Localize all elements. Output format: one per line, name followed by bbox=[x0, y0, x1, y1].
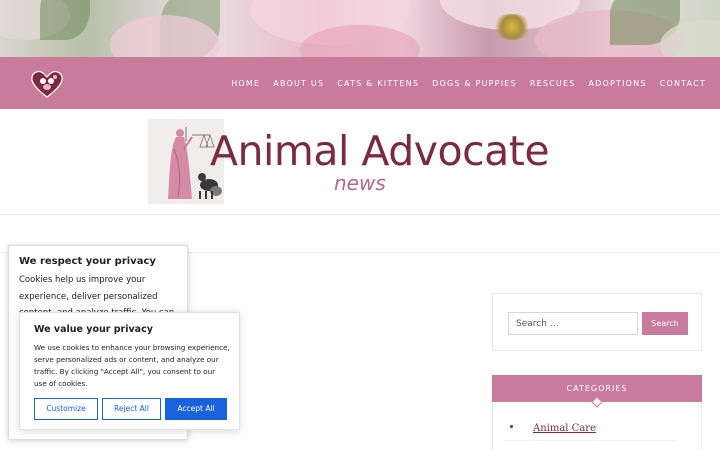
customize-button[interactable]: Customize bbox=[34, 398, 98, 420]
nav-rescues[interactable]: RESCUES bbox=[530, 79, 576, 88]
nav-about-us[interactable]: ABOUT US bbox=[273, 79, 324, 88]
nav-contact[interactable]: CONTACT bbox=[660, 79, 706, 88]
category-divider bbox=[505, 440, 675, 441]
site-header: Animal Advocate news bbox=[0, 109, 720, 215]
banner-leaf bbox=[40, 0, 90, 40]
page: HOME ABOUT US CATS & KITTENS DOGS & PUPP… bbox=[0, 0, 720, 450]
hero-banner bbox=[0, 0, 720, 57]
search-button[interactable]: Search bbox=[642, 312, 688, 335]
search-input[interactable] bbox=[508, 312, 638, 335]
nav-cats-kittens[interactable]: CATS & KITTENS bbox=[337, 79, 419, 88]
categories-list bbox=[492, 402, 702, 450]
nav-dogs-puppies[interactable]: DOGS & PUPPIES bbox=[432, 79, 517, 88]
accept-all-button[interactable]: Accept All bbox=[165, 398, 227, 420]
cookie-title: We value your privacy bbox=[34, 324, 153, 335]
nav-adoptions[interactable]: ADOPTIONS bbox=[588, 79, 646, 88]
site-title[interactable]: Animal Advocate bbox=[210, 127, 550, 175]
category-item-animal-care[interactable]: Animal Care bbox=[533, 423, 596, 434]
cookie-back-title: We respect your privacy bbox=[19, 256, 156, 267]
site-tagline: news bbox=[334, 171, 386, 195]
heart-paw-logo-icon[interactable] bbox=[30, 69, 64, 99]
reject-all-button[interactable]: Reject All bbox=[102, 398, 161, 420]
list-bullet bbox=[510, 425, 513, 428]
main-navbar: HOME ABOUT US CATS & KITTENS DOGS & PUPP… bbox=[0, 57, 720, 109]
nav-home[interactable]: HOME bbox=[231, 79, 260, 88]
search-widget: Search bbox=[492, 293, 702, 351]
cookie-body: We use cookies to enhance your browsing … bbox=[34, 343, 230, 388]
main-nav: HOME ABOUT US CATS & KITTENS DOGS & PUPP… bbox=[218, 57, 706, 109]
flower-center bbox=[492, 14, 532, 40]
cookie-consent-dialog: We value your privacy We use cookies to … bbox=[19, 312, 240, 430]
